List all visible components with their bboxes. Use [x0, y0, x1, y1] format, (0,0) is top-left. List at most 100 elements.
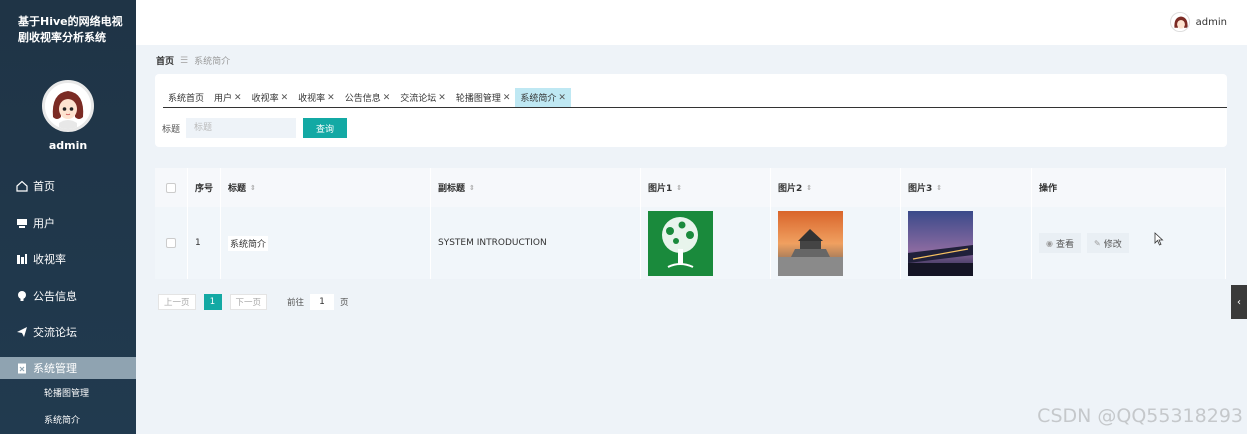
- sort-icon[interactable]: ⇕: [250, 184, 256, 192]
- tree-thumbnail-image[interactable]: [648, 210, 713, 276]
- tab-label: 系统首页: [168, 94, 205, 104]
- eye-icon: ◉: [1046, 238, 1053, 248]
- sidebar-item-notices[interactable]: 公告信息: [0, 278, 136, 315]
- sidebar-item-forum[interactable]: 交流论坛: [0, 314, 136, 351]
- prev-page-button[interactable]: 上一页: [158, 294, 196, 310]
- tab-carousel[interactable]: 轮播图管理 ✕: [451, 88, 516, 107]
- tab-users[interactable]: 用户 ✕: [209, 88, 247, 107]
- close-icon[interactable]: ✕: [234, 93, 242, 103]
- sidebar-item-label: 系统管理: [33, 361, 77, 375]
- header-pic1[interactable]: 图片1 ⇕: [641, 168, 771, 207]
- close-icon[interactable]: ✕: [327, 93, 335, 103]
- chevron-left-icon: ‹: [1237, 296, 1241, 308]
- avatar[interactable]: [42, 80, 94, 132]
- sidebar-item-users[interactable]: 用户: [0, 205, 136, 242]
- temple-thumbnail-image[interactable]: [778, 210, 843, 276]
- sort-icon[interactable]: ⇕: [806, 184, 812, 192]
- header-select-all[interactable]: [155, 168, 188, 207]
- night-city-thumbnail-image[interactable]: [908, 210, 973, 276]
- sidebar-item-label: 公告信息: [33, 289, 77, 303]
- row-select[interactable]: [155, 207, 188, 279]
- table-row: 1 系统简介 SYSTEM INTRODUCTION ◉ 查看 ✎ 修改: [155, 207, 1226, 279]
- header-user-menu[interactable]: admin: [1169, 12, 1227, 32]
- sidebar-item-ratings[interactable]: 收视率: [0, 241, 136, 278]
- sort-icon[interactable]: ⇕: [676, 184, 682, 192]
- top-header: admin: [136, 0, 1247, 45]
- system-title: 基于Hive的网络电视剧收视率分析系统: [18, 15, 123, 44]
- row-index: 1: [188, 207, 221, 279]
- avatar-image: [45, 83, 91, 129]
- close-icon[interactable]: ✕: [558, 93, 566, 103]
- sort-icon[interactable]: ⇕: [469, 184, 475, 192]
- tab-label: 用户: [214, 94, 233, 104]
- edit-button[interactable]: ✎ 修改: [1087, 233, 1129, 253]
- next-page-button[interactable]: 下一页: [229, 294, 268, 310]
- sidebar-item-system[interactable]: 系统管理: [0, 356, 136, 379]
- row-pic1: [641, 207, 771, 279]
- search-row: 标题 查询: [162, 118, 348, 138]
- header-label: 图片3: [908, 184, 933, 194]
- tab-forum[interactable]: 交流论坛 ✕: [395, 88, 451, 107]
- header-index: 序号: [188, 168, 221, 207]
- header-pic2[interactable]: 图片2 ⇕: [771, 168, 901, 207]
- header-label: 副标题: [438, 184, 466, 194]
- edit-icon: ✎: [1094, 238, 1101, 248]
- header-username: admin: [1195, 16, 1227, 28]
- tab-notices[interactable]: 公告信息 ✕: [340, 88, 396, 107]
- header-subtitle[interactable]: 副标题 ⇕: [431, 168, 641, 207]
- breadcrumb-home[interactable]: 首页: [156, 54, 174, 67]
- tab-home[interactable]: 系统首页: [163, 88, 209, 107]
- row-subtitle: SYSTEM INTRODUCTION: [431, 207, 641, 279]
- tab-label: 轮播图管理: [455, 94, 501, 104]
- row-title: 系统简介: [221, 207, 431, 279]
- breadcrumb-current: 系统简介: [194, 57, 231, 67]
- view-label: 查看: [1055, 238, 1074, 249]
- breadcrumb-separator-icon: ☰: [180, 55, 189, 66]
- edit-label: 修改: [1103, 238, 1122, 249]
- watermark: CSDN @QQ55318293: [1037, 405, 1243, 427]
- clipboard-icon: [15, 361, 29, 375]
- sidebar-menu: 首页 用户 收视率 公告信息 交流论坛 系统管理 轮播图管理 系统简介: [0, 168, 136, 433]
- bars-icon: [15, 252, 29, 266]
- tab-intro[interactable]: 系统简介 ✕: [515, 88, 571, 107]
- breadcrumb: 首页 ☰ 系统简介: [156, 54, 231, 68]
- close-icon[interactable]: ✕: [383, 93, 391, 103]
- tab-label: 收视率: [298, 94, 326, 104]
- sidebar-item-label: 用户: [33, 216, 55, 230]
- search-label: 标题: [162, 124, 181, 135]
- data-table: 序号 标题 ⇕ 副标题 ⇕ 图片1 ⇕ 图片2 ⇕ 图片3 ⇕ 操作 1 系统简介 SYS…: [155, 168, 1226, 279]
- tab-ratings-2[interactable]: 收视率 ✕: [293, 88, 340, 107]
- title-search-input[interactable]: [186, 118, 297, 138]
- view-button[interactable]: ◉ 查看: [1039, 233, 1081, 253]
- sidebar: 基于Hive的网络电视剧收视率分析系统 admin 首页 用户 收视率 公告信息: [0, 0, 136, 434]
- sidebar-item-label: 交流论坛: [33, 326, 77, 340]
- close-icon[interactable]: ✕: [438, 93, 446, 103]
- query-button[interactable]: 查询: [303, 118, 348, 138]
- goto-page: 前往 页: [287, 294, 349, 310]
- checkbox[interactable]: [166, 182, 176, 193]
- close-icon[interactable]: ✕: [503, 93, 511, 103]
- tab-label: 交流论坛: [400, 94, 437, 104]
- sidebar-item-label: 收视率: [33, 253, 66, 267]
- home-icon: [15, 179, 29, 193]
- header-label: 图片1: [648, 184, 673, 194]
- collapse-handle[interactable]: ‹: [1231, 285, 1247, 319]
- sidebar-subitem-intro[interactable]: 系统简介: [0, 406, 136, 433]
- page-number-current[interactable]: 1: [203, 294, 222, 310]
- mouse-cursor-icon: [1154, 232, 1164, 246]
- row-title-text: 系统简介: [228, 235, 269, 251]
- sidebar-subitem-carousel[interactable]: 轮播图管理: [0, 379, 136, 406]
- header-avatar: [1169, 12, 1190, 32]
- tab-label: 收视率: [251, 94, 279, 104]
- tab-ratings-1[interactable]: 收视率 ✕: [247, 88, 294, 107]
- pagination: 上一页 1 下一页 前往 页: [158, 294, 349, 310]
- checkbox[interactable]: [166, 238, 176, 248]
- goto-page-input[interactable]: [310, 294, 335, 310]
- close-icon[interactable]: ✕: [281, 93, 289, 103]
- header-title[interactable]: 标题 ⇕: [221, 168, 431, 207]
- user-card-icon: [15, 216, 29, 230]
- header-pic3[interactable]: 图片3 ⇕: [901, 168, 1032, 207]
- sort-icon[interactable]: ⇕: [936, 184, 942, 192]
- bulb-icon: [15, 289, 29, 303]
- sidebar-item-home[interactable]: 首页: [0, 168, 136, 205]
